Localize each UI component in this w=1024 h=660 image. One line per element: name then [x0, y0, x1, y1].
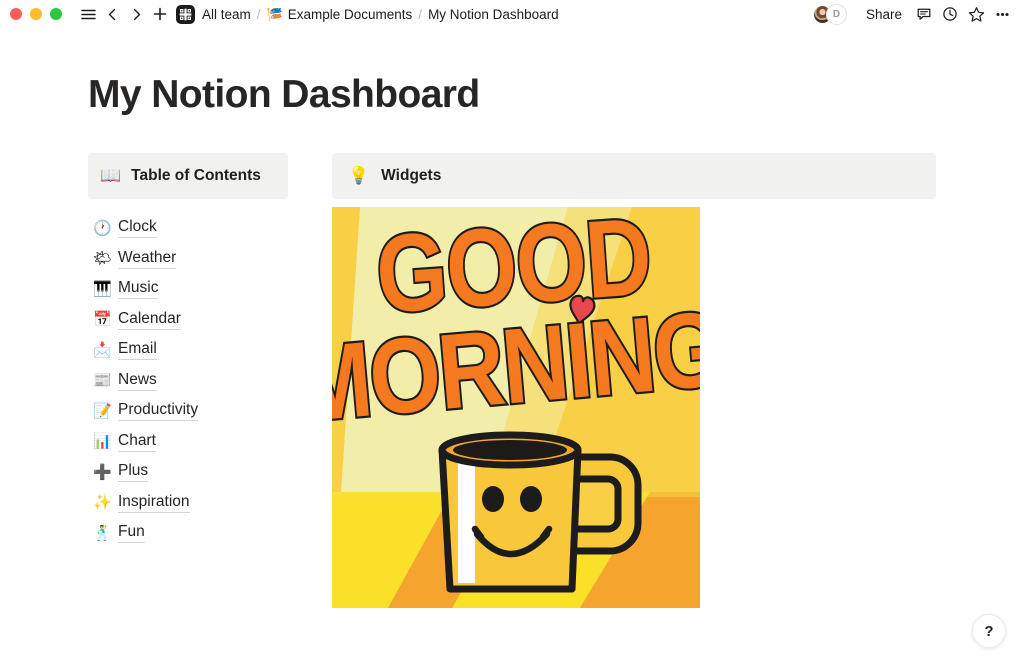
share-button[interactable]: Share	[858, 4, 910, 25]
more-horizontal-icon[interactable]	[990, 2, 1014, 26]
clock-history-icon[interactable]	[938, 2, 962, 26]
breadcrumb-separator: /	[256, 6, 261, 22]
widgets-column: 💡 Widgets GOOD MORNING	[332, 152, 1024, 608]
weather-sun-icon: 🌤	[93, 250, 113, 268]
new-page-plus-icon[interactable]	[148, 2, 172, 26]
hamburger-menu-icon[interactable]	[76, 2, 100, 26]
bar-chart-icon: 📊	[93, 433, 112, 451]
columns-container: 📖 Table of Contents 🕐 Clock 🌤 Weather 🎹 Mus…	[88, 152, 1024, 608]
newspaper-icon: 📰	[93, 372, 112, 390]
toc-link-weather[interactable]: Weather	[118, 249, 177, 269]
breadcrumb: All team / 🎏 Example Documents / My Noti…	[202, 7, 559, 22]
plus-icon: ➕	[93, 463, 112, 481]
calendar-icon: 📅	[93, 311, 112, 329]
window-controls	[10, 8, 62, 20]
toc-link-inspiration[interactable]: Inspiration	[118, 493, 190, 513]
collaborator-avatars: D	[811, 3, 847, 25]
list-item[interactable]: 🕐 Clock	[88, 213, 288, 244]
good-morning-widget-image: GOOD MORNING	[332, 206, 700, 608]
breadcrumb-separator: /	[418, 6, 423, 22]
table-of-contents-column: 📖 Table of Contents 🕐 Clock 🌤 Weather 🎹 Mus…	[88, 152, 288, 549]
list-item[interactable]: ✨ Inspiration	[88, 487, 288, 518]
comment-icon[interactable]	[912, 2, 936, 26]
list-item[interactable]: ➕ Plus	[88, 457, 288, 488]
toc-link-chart[interactable]: Chart	[118, 432, 156, 452]
toolbar-actions: D Share	[811, 0, 1014, 28]
breadcrumb-item-all-team[interactable]: All team	[202, 7, 251, 22]
list-item[interactable]: 📅 Calendar	[88, 304, 288, 335]
toc-link-clock[interactable]: Clock	[118, 218, 157, 239]
toc-link-news[interactable]: News	[118, 371, 157, 391]
memo-icon: 📝	[93, 402, 112, 420]
table-of-contents-list: 🕐 Clock 🌤 Weather 🎹 Music 📅 Calendar 📩 Email …	[88, 213, 288, 549]
toc-link-music[interactable]: Music	[118, 279, 159, 300]
workspace-grid-icon[interactable]	[176, 4, 195, 24]
envelope-icon: 📩	[93, 341, 112, 359]
list-item[interactable]: 📩 Email	[88, 335, 288, 366]
close-window-button[interactable]	[10, 8, 22, 20]
page-title: My Notion Dashboard	[88, 73, 480, 116]
maximize-window-button[interactable]	[50, 8, 62, 20]
help-button[interactable]: ?	[972, 614, 1006, 648]
toc-link-plus[interactable]: Plus	[118, 462, 149, 483]
mug-eye-left	[482, 485, 504, 512]
table-of-contents-title: Table of Contents	[131, 166, 261, 184]
list-item[interactable]: 📰 News	[88, 365, 288, 396]
toc-link-calendar[interactable]: Calendar	[118, 310, 181, 330]
lightbulb-icon: 💡	[348, 166, 370, 186]
widgets-title: Widgets	[381, 166, 442, 184]
list-item[interactable]: 📝 Productivity	[88, 396, 288, 427]
coffee-mug	[438, 431, 582, 593]
list-item[interactable]: 📊 Chart	[88, 426, 288, 457]
star-icon[interactable]	[964, 2, 988, 26]
toc-link-email[interactable]: Email	[118, 340, 157, 361]
clock-icon: 🕐	[93, 219, 112, 237]
minimize-window-button[interactable]	[30, 8, 42, 20]
toc-link-productivity[interactable]: Productivity	[118, 401, 199, 422]
avatar[interactable]: D	[825, 3, 847, 25]
piano-icon: 🎹	[93, 280, 112, 298]
page-content: My Notion Dashboard 📖 Table of Contents …	[0, 73, 1024, 608]
sparkles-icon: ✨	[93, 494, 112, 512]
back-button-icon[interactable]	[100, 2, 124, 26]
list-item[interactable]: 🕺 Fun	[88, 518, 288, 549]
breadcrumb-item-my-notion-dashboard[interactable]: My Notion Dashboard	[428, 7, 559, 22]
list-item[interactable]: 🌤 Weather	[88, 243, 288, 274]
table-of-contents-header: 📖 Table of Contents	[88, 152, 288, 199]
dancer-icon: 🕺	[93, 524, 112, 542]
breadcrumb-item-example-documents[interactable]: Example Documents	[288, 7, 413, 22]
open-book-icon: 📖	[100, 166, 122, 186]
breadcrumb-emoji-example-documents: 🎏	[266, 6, 283, 22]
forward-button-icon[interactable]	[124, 2, 148, 26]
window-titlebar: All team / 🎏 Example Documents / My Noti…	[0, 0, 1024, 28]
list-item[interactable]: 🎹 Music	[88, 274, 288, 305]
mug-eye-right	[520, 485, 542, 512]
toc-link-fun[interactable]: Fun	[118, 523, 145, 544]
widgets-header: 💡 Widgets	[332, 152, 936, 199]
